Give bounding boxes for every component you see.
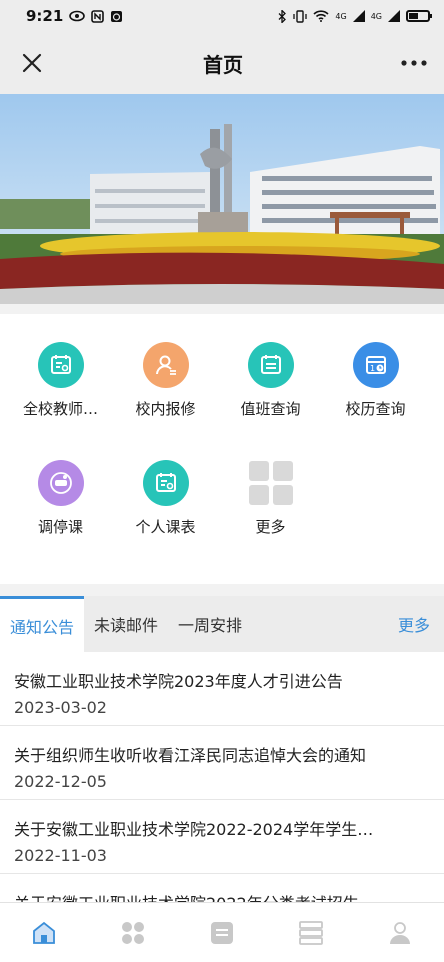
list-item[interactable]: 关于组织师生收听收看江泽民同志追悼大会的通知 2022-12-05: [0, 726, 444, 800]
list-item[interactable]: 安徽工业职业技术学院2023年度人才引进公告 2023-03-02: [0, 652, 444, 726]
more-dots-icon: [401, 60, 427, 66]
news-title: 关于组织师生收听收看江泽民同志追悼大会的通知: [14, 746, 367, 765]
nfc-icon: [91, 9, 105, 23]
message-icon: [210, 921, 233, 944]
menu-item-label: 调停课: [37, 518, 83, 536]
calendar-search-icon: [37, 342, 84, 388]
menu-item-label: 全校教师…: [22, 400, 98, 418]
bluetooth-icon: [278, 9, 287, 23]
news-date: 2023-03-02: [14, 698, 107, 717]
menu-item-personal-timetable[interactable]: 个人课表: [113, 460, 218, 578]
calendar-search-icon: [142, 460, 189, 506]
menu-item-label: 值班查询: [240, 400, 301, 418]
nav-apps[interactable]: [111, 911, 155, 955]
home-icon: [33, 921, 56, 944]
menu-item-course-adjust[interactable]: 调停课: [8, 460, 113, 578]
bottom-nav: [0, 902, 444, 962]
battery-icon: [406, 10, 432, 22]
menu-item-label: 校内报修: [135, 400, 196, 418]
menu-item-duty-query[interactable]: 值班查询: [218, 342, 323, 460]
campus-banner[interactable]: [0, 94, 444, 304]
nav-profile[interactable]: [378, 911, 422, 955]
close-button[interactable]: [14, 45, 50, 81]
grid-icon: [248, 460, 294, 506]
menu-item-repair[interactable]: 校内报修: [113, 342, 218, 460]
tab-unread-mail[interactable]: 未读邮件: [84, 596, 168, 652]
news-tabs: 通知公告 未读邮件 一周安排 更多: [0, 596, 444, 652]
user-icon: [142, 342, 189, 388]
more-options-button[interactable]: [396, 45, 432, 81]
nav-home[interactable]: [22, 911, 66, 955]
nav-services[interactable]: [289, 911, 333, 955]
title-bar: 首页: [0, 32, 444, 94]
signal-icon: [352, 10, 365, 22]
news-date: 2022-12-05: [14, 772, 107, 791]
calendar-list-icon: [247, 342, 294, 388]
news-date: 2022-11-03: [14, 846, 107, 865]
vibrate-icon: [293, 9, 308, 23]
wifi-icon: [313, 10, 329, 22]
signal-icon: [388, 10, 400, 22]
page-title: 首页: [203, 52, 243, 77]
menu-item-teacher-schedule[interactable]: 全校教师…: [8, 342, 113, 460]
campus-photo: [0, 94, 444, 304]
menu-item-label: 校历查询: [345, 400, 406, 418]
pause-course-icon: [37, 460, 84, 506]
news-title: 关于安徽工业职业技术学院2022-2024学年学生…: [14, 820, 374, 839]
eye-icon: [69, 10, 86, 22]
svg-text:1: 1: [370, 364, 375, 373]
profile-icon: [389, 921, 410, 944]
server-icon: [298, 920, 323, 945]
apps-icon: [122, 921, 145, 944]
tab-notices[interactable]: 通知公告: [0, 596, 85, 652]
menu-item-label: 更多: [255, 518, 286, 536]
quick-menu: 全校教师… 校内报修 值班查询 1 校历查询 调停课 个人课表 更多: [0, 314, 444, 584]
signal-label-b: 4G: [370, 11, 382, 21]
tabs-more-link[interactable]: 更多: [388, 596, 444, 652]
signal-label-a: 4G: [335, 11, 347, 21]
tab-weekly-schedule[interactable]: 一周安排: [168, 596, 252, 652]
alarm-icon: [111, 10, 123, 22]
close-icon: [22, 53, 42, 73]
menu-item-school-calendar[interactable]: 1 校历查询: [323, 342, 428, 460]
nav-messages[interactable]: [200, 911, 244, 955]
menu-item-label: 个人课表: [135, 518, 196, 536]
status-bar: 9:21 4G 4G: [0, 0, 444, 32]
status-time: 9:21: [26, 7, 64, 25]
menu-item-more[interactable]: 更多: [218, 460, 323, 578]
list-item[interactable]: 关于安徽工业职业技术学院2022-2024学年学生… 2022-11-03: [0, 800, 444, 874]
calendar-clock-icon: 1: [352, 342, 399, 388]
news-title: 安徽工业职业技术学院2023年度人才引进公告: [14, 672, 343, 691]
